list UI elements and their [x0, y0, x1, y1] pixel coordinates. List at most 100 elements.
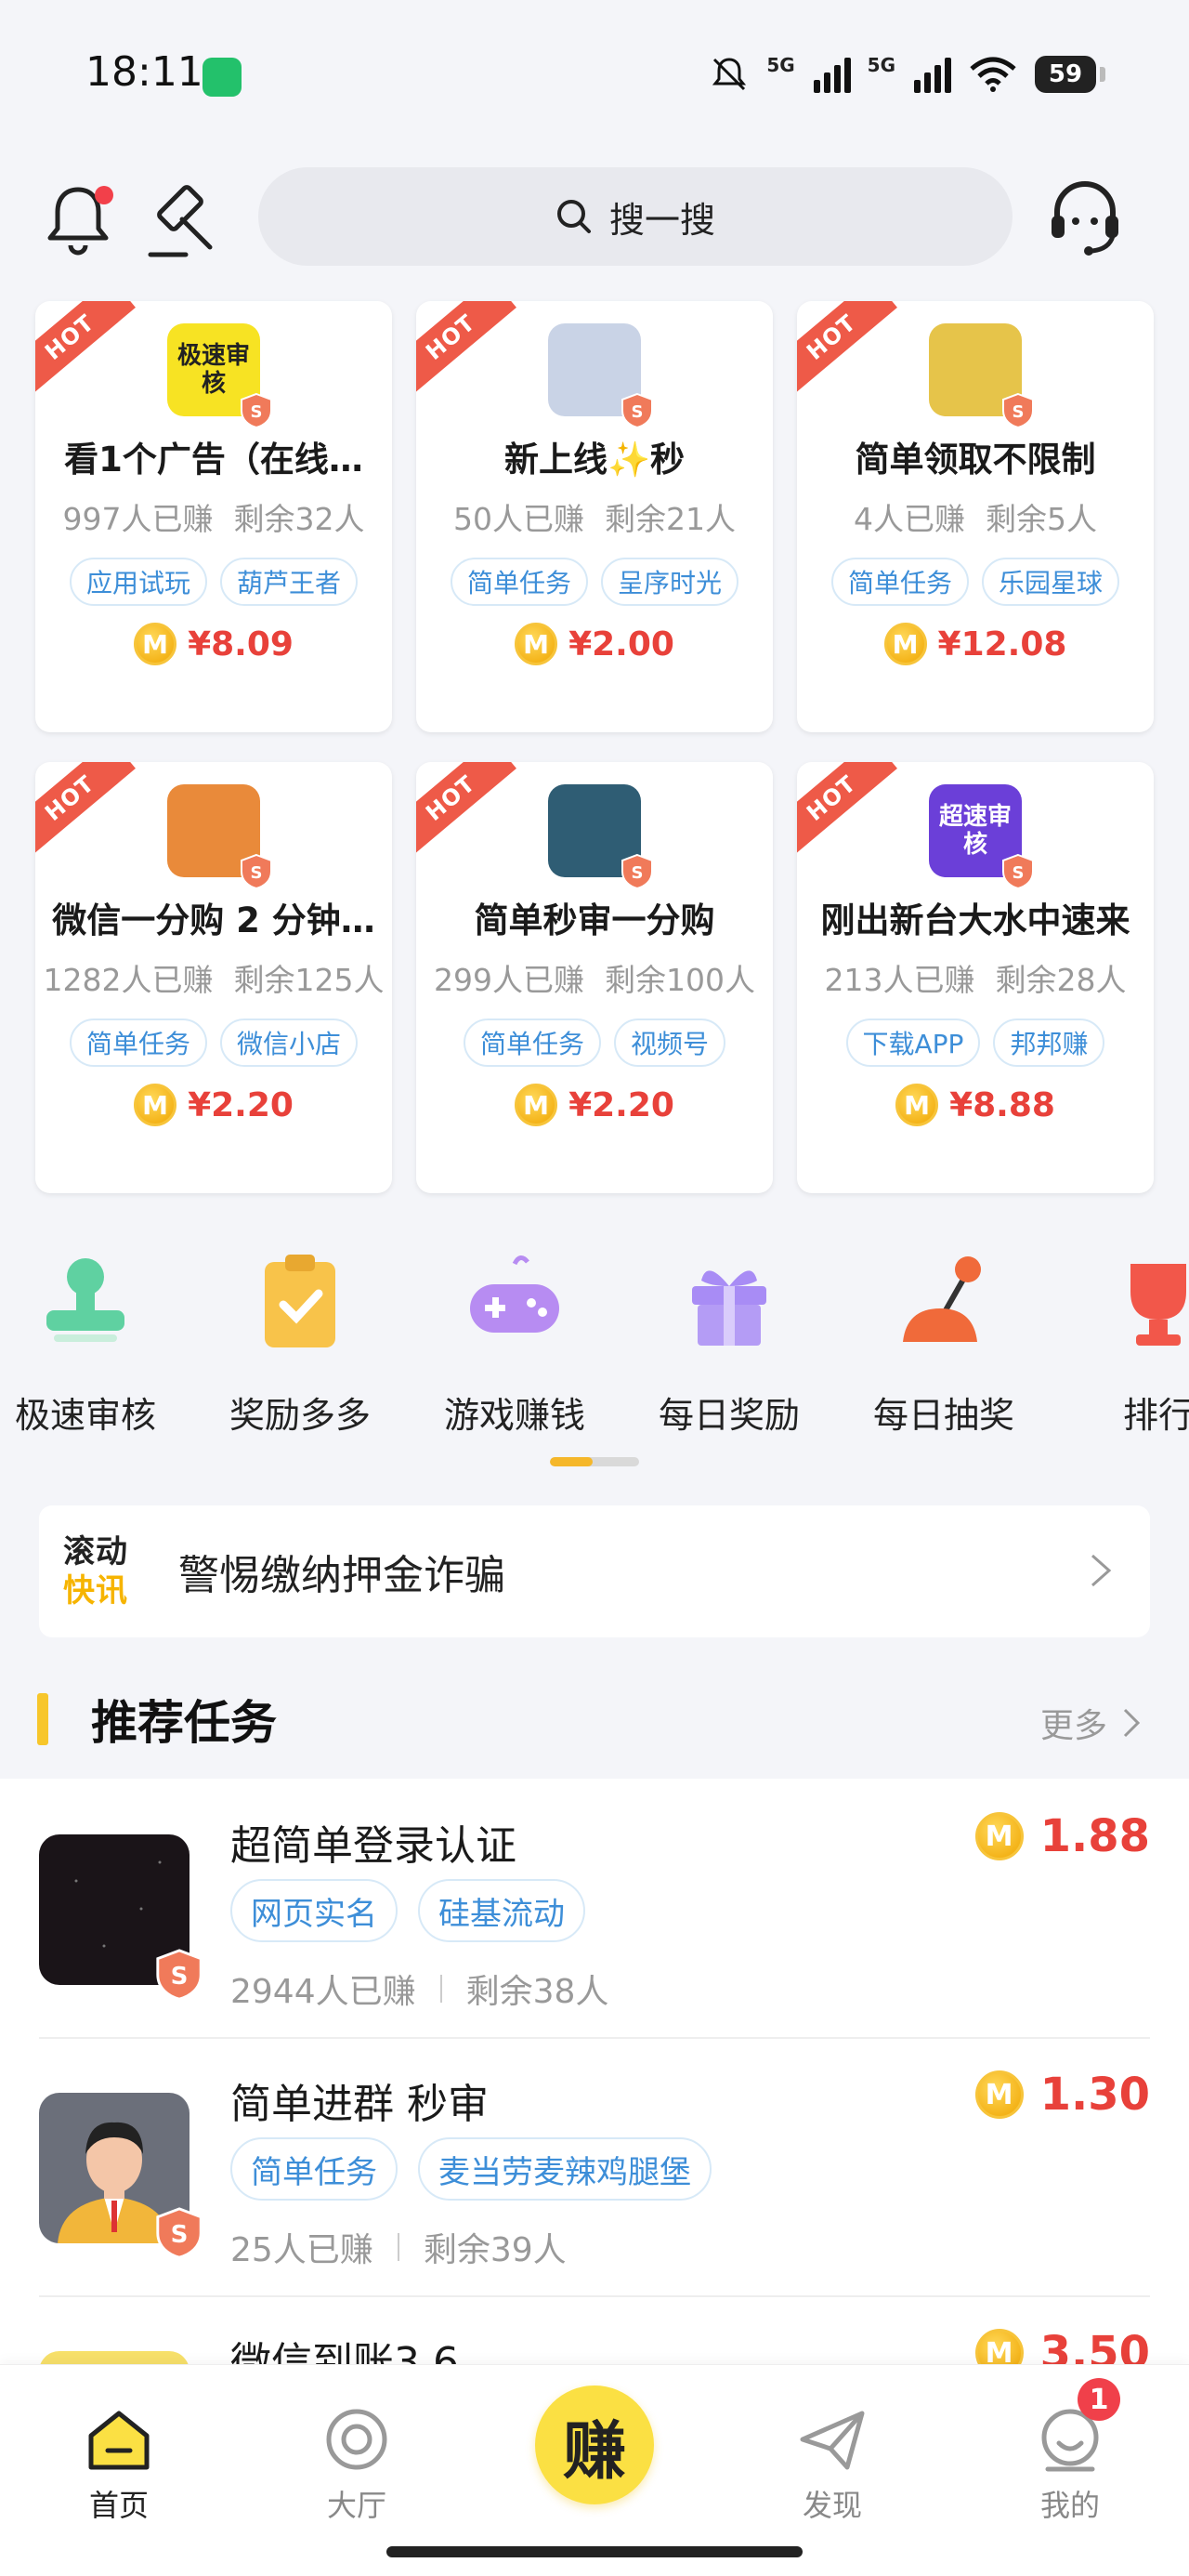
search-bar[interactable]: 搜一搜 — [258, 167, 1013, 266]
remaining-count: 剩余28人 — [995, 962, 1127, 998]
category-joystick-lever[interactable]: 每日抽奖 — [851, 1245, 1037, 1431]
task-reward: M ¥8.09 — [35, 623, 392, 665]
category-label: 每日奖励 — [658, 1395, 800, 1431]
task-row[interactable]: S 简单进群 秒审 简单任务 麦当劳麦辣鸡腿堡 25人已赚 剩余39人 M 1.30 — [0, 2037, 1189, 2297]
more-link[interactable]: 更多 — [1040, 1699, 1141, 1747]
task-reward: M ¥8.88 — [797, 1084, 1154, 1126]
hot-task-card[interactable]: HOT 极速审核 S 看1个广告（在线… 997人已赚 剩余32人 应用试玩 葫芦王者 M ¥8.… — [35, 301, 392, 732]
search-icon — [556, 200, 591, 233]
task-title: 刚出新台大水中速来 — [820, 900, 1130, 940]
task-tag: 简单任务 — [230, 2137, 398, 2201]
notification-bell-button[interactable] — [41, 177, 115, 260]
verified-shield-icon: S — [238, 392, 275, 429]
app-notification-icon — [203, 58, 242, 97]
chevron-right-icon — [1123, 1708, 1141, 1738]
task-tags: 简单任务 麦当劳麦辣鸡腿堡 — [230, 2137, 712, 2201]
task-reward: M ¥12.08 — [797, 623, 1154, 665]
category-label: 排行 — [1122, 1395, 1189, 1431]
category-trophy[interactable]: 排行 — [1065, 1245, 1189, 1431]
customer-service-button[interactable] — [1042, 175, 1128, 260]
task-tag: 简单任务 — [450, 558, 588, 606]
svg-text:S: S — [171, 2221, 189, 2249]
task-tag: 视频号 — [614, 1019, 726, 1067]
task-stats: 213人已赚 剩余28人 — [797, 955, 1154, 1000]
nav-earn-button[interactable]: 赚 — [535, 2385, 654, 2504]
task-stats: 997人已赚 剩余32人 — [35, 494, 392, 539]
task-tag: 硅基流动 — [418, 1879, 585, 1942]
category-clipboard-check[interactable]: 奖励多多 — [207, 1245, 393, 1431]
gamepad-icon — [459, 1245, 570, 1357]
remaining-count: 剩余39人 — [423, 2231, 567, 2269]
coin-icon: M — [895, 1084, 939, 1126]
hot-task-card[interactable]: HOT S 简单秒审一分购 299人已赚 剩余100人 简单任务 视频号 M ¥2.20 — [416, 762, 773, 1193]
battery-indicator: 59 — [1035, 56, 1105, 93]
coin-icon: M — [974, 1812, 1024, 1860]
task-title: 微信一分购 2 分钟… — [52, 900, 375, 940]
gift-icon — [673, 1245, 785, 1357]
status-time: 18:11 — [85, 48, 203, 96]
hot-task-card[interactable]: HOT 超速审核 S 刚出新台大水中速来 213人已赚 剩余28人 下载APP 邦邦赚 M ¥8.… — [797, 762, 1154, 1193]
hot-badge: HOT — [416, 301, 516, 398]
task-reward: M ¥2.20 — [35, 1084, 392, 1126]
hall-circle-icon — [326, 2409, 387, 2470]
coin-icon: M — [134, 623, 177, 665]
auction-hammer-button[interactable] — [141, 178, 225, 262]
reward-amount: ¥2.20 — [568, 1085, 674, 1124]
remaining-count: 剩余38人 — [465, 1973, 609, 2011]
task-tag: 微信小店 — [220, 1019, 359, 1067]
task-tag: 葫芦王者 — [220, 558, 359, 606]
task-stats: 4人已赚 剩余5人 — [797, 494, 1154, 539]
nav-hall-label: 大厅 — [326, 2488, 386, 2523]
hot-task-card[interactable]: HOT S 简单领取不限制 4人已赚 剩余5人 简单任务 乐园星球 M ¥12.08 — [797, 301, 1154, 732]
earned-count: 299人已赚 — [434, 962, 584, 998]
clipboard-check-icon — [244, 1245, 356, 1357]
news-logo-line2: 快讯 — [63, 1572, 128, 1610]
task-tags: 应用试玩 葫芦王者 — [35, 558, 392, 606]
task-tag: 简单任务 — [69, 1019, 207, 1067]
nav-hall[interactable]: 大厅 — [292, 2402, 422, 2525]
nav-home[interactable]: 首页 — [54, 2402, 184, 2525]
task-tag: 下载APP — [845, 1019, 981, 1067]
earned-count: 2944人已赚 — [230, 1973, 416, 2011]
reward-amount: ¥8.88 — [949, 1085, 1055, 1124]
earned-count: 213人已赚 — [824, 962, 975, 998]
task-stats: 2944人已赚 剩余38人 — [230, 1965, 608, 2013]
hot-task-card[interactable]: HOT S 微信一分购 2 分钟… 1282人已赚 剩余125人 简单任务 微信小店 M ¥2.… — [35, 762, 392, 1193]
stats-separator — [439, 1975, 442, 2003]
remaining-count: 剩余125人 — [233, 962, 385, 998]
task-tag: 麦当劳麦辣鸡腿堡 — [418, 2137, 712, 2201]
svg-text:S: S — [1013, 402, 1025, 422]
section-accent-bar — [37, 1693, 48, 1745]
network-label-2: 5G — [867, 54, 895, 76]
task-title: 新上线✨秒 — [503, 440, 686, 480]
coin-icon: M — [134, 1084, 177, 1126]
search-placeholder: 搜一搜 — [608, 199, 715, 241]
hot-task-card[interactable]: HOT S 新上线✨秒 50人已赚 剩余21人 简单任务 呈序时光 M ¥2.00 — [416, 301, 773, 732]
category-scroll-indicator — [550, 1457, 639, 1466]
nav-mine[interactable]: 1 我的 — [1005, 2378, 1135, 2525]
news-ticker[interactable]: 滚动 快讯 警惕缴纳押金诈骗 — [39, 1505, 1150, 1637]
task-row[interactable]: S 超简单登录认证 网页实名 硅基流动 2944人已赚 剩余38人 M 1.88 — [0, 1779, 1189, 2039]
category-label: 极速审核 — [14, 1395, 156, 1431]
verified-shield-icon: S — [1000, 853, 1037, 890]
task-stats: 50人已赚 剩余21人 — [416, 494, 773, 539]
nav-discover[interactable]: 发现 — [767, 2402, 897, 2525]
joystick-lever-icon — [888, 1245, 1000, 1357]
nav-mine-label: 我的 — [1039, 2488, 1100, 2523]
svg-text:S: S — [1013, 863, 1025, 883]
task-tags: 下载APP 邦邦赚 — [797, 1019, 1154, 1067]
earned-count: 25人已赚 — [230, 2231, 373, 2269]
category-stamp[interactable]: 极速审核 — [0, 1245, 178, 1431]
reward-amount: ¥8.09 — [188, 624, 294, 664]
svg-text:S: S — [251, 402, 263, 422]
category-gamepad[interactable]: 游戏赚钱 — [422, 1245, 608, 1431]
coin-icon: M — [515, 1084, 558, 1126]
task-title: 简单进群 秒审 — [230, 2081, 489, 2128]
reward-amount: 1.30 — [1039, 2069, 1150, 2121]
category-gift[interactable]: 每日奖励 — [636, 1245, 822, 1431]
svg-text:S: S — [171, 1963, 189, 1991]
home-icon — [88, 2411, 150, 2470]
category-label: 游戏赚钱 — [443, 1395, 585, 1431]
notification-dot — [95, 186, 113, 204]
category-label: 奖励多多 — [229, 1395, 371, 1431]
